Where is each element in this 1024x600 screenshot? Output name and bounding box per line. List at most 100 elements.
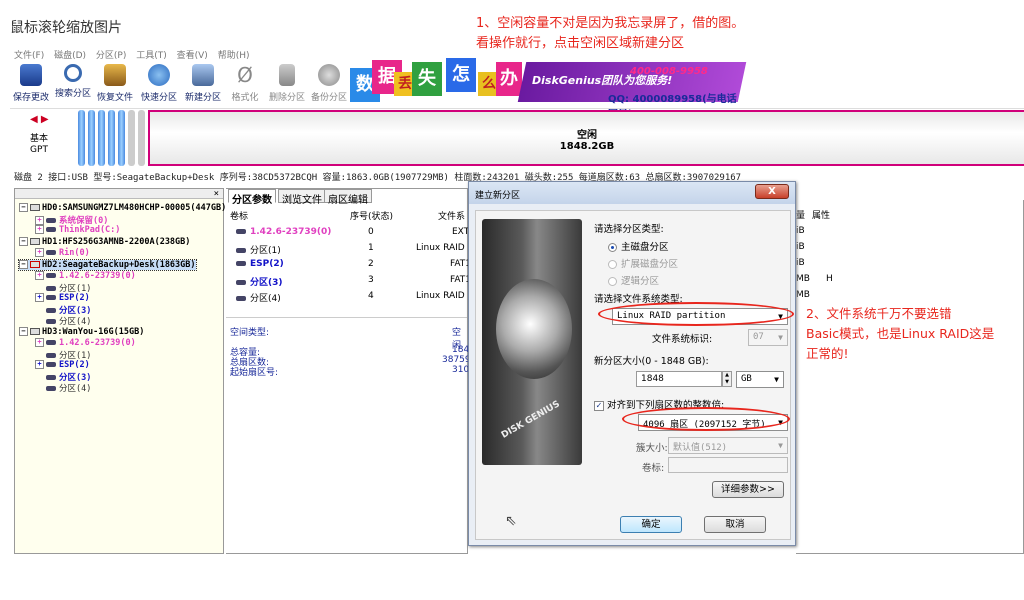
table-row[interactable]: 分区(4) (236, 291, 281, 304)
table-row[interactable]: 分区(1) (236, 243, 281, 256)
size-unit-select[interactable]: GB ▼ (736, 371, 784, 388)
partition-block[interactable] (128, 110, 135, 166)
tree-disk-hd2[interactable]: − HD2:SeagateBackup+Desk(1863GB) (18, 259, 197, 271)
details-button[interactable]: 详细参数>> (712, 481, 784, 498)
search-partition-button[interactable]: 搜索分区 (52, 60, 94, 99)
row-number: 4 (368, 291, 374, 301)
column-header-label[interactable]: 卷标 (230, 209, 248, 222)
partition-icon (46, 218, 56, 223)
size-spinner[interactable]: ▲ ▼ (722, 371, 732, 387)
disk-genius-logo: DISK GENIUS (499, 399, 562, 441)
size-input[interactable]: 1848 (636, 371, 722, 387)
row-fs: EXT (452, 227, 470, 237)
expand-icon[interactable]: + (35, 248, 44, 257)
table-row[interactable]: 1.42.6-23739(0) (236, 227, 331, 237)
expand-icon[interactable]: + (35, 271, 44, 280)
expand-icon[interactable]: + (35, 225, 44, 234)
disk-icon (30, 328, 40, 335)
size-unit-value: GB (741, 374, 752, 384)
tree-partition[interactable]: +1.42.6-23739(0) (35, 338, 136, 348)
dialog-close-button[interactable]: X (755, 184, 789, 199)
partition-icon (46, 362, 56, 367)
partition-block[interactable] (98, 110, 105, 166)
backup-partition-button[interactable]: 备份分区 (308, 60, 350, 103)
tree-partition[interactable]: +1.42.6-23739(0) (35, 271, 136, 281)
partition-icon (46, 340, 56, 345)
tree-disk-hd0[interactable]: − HD0:SAMSUNGMZ7LM480HCHP-00005(447GB) (19, 203, 226, 213)
free-space-block[interactable]: 空闲 1848.2GB (148, 110, 1024, 166)
tree-partition[interactable]: + ThinkPad(C:) (35, 225, 120, 235)
cluster-size-select[interactable]: 默认值(512) ▼ (668, 437, 788, 454)
partition-block[interactable] (88, 110, 95, 166)
partition-icon (46, 227, 56, 232)
new-partition-dialog: 建立新分区 X DISK GENIUS 请选择分区类型: 主磁盘分区 扩展磁盘分… (468, 181, 796, 546)
table-row[interactable]: 分区(3) (236, 275, 283, 288)
expand-icon[interactable]: + (35, 338, 44, 347)
collapse-icon[interactable]: − (19, 237, 28, 246)
radio-primary-partition[interactable]: 主磁盘分区 (608, 239, 669, 253)
tree-partition[interactable]: 分区(4) (46, 382, 91, 394)
mouse-cursor-icon: ⇖ (505, 513, 517, 529)
row-size-unit: MB (796, 290, 810, 300)
cancel-button[interactable]: 取消 (704, 516, 766, 533)
collapse-icon[interactable]: − (19, 260, 28, 269)
format-icon: Ø (237, 63, 253, 87)
banner-char-7: 办 (496, 62, 522, 96)
disk-nav-arrows[interactable]: ◀ ▶ (30, 114, 49, 125)
radio-label: 扩展磁盘分区 (621, 259, 679, 270)
tree-close-button[interactable]: × (15, 189, 223, 199)
volume-label-input[interactable] (668, 457, 788, 473)
table-row[interactable]: ESP(2) (236, 259, 284, 269)
partition-block[interactable] (108, 110, 115, 166)
collapse-icon[interactable]: − (19, 203, 28, 212)
save-changes-button[interactable]: 保存更改 (10, 60, 52, 103)
tree-partition[interactable]: + Rin(0) (35, 248, 90, 258)
column-header-fs[interactable]: 文件系 (438, 209, 465, 222)
platter-graphic (496, 279, 572, 379)
tab-partition-params[interactable]: 分区参数 (228, 189, 276, 206)
ok-button[interactable]: 确定 (620, 516, 682, 533)
partition-block[interactable] (118, 110, 125, 166)
delete-partition-button[interactable]: 删除分区 (266, 60, 308, 103)
page-title: 鼠标滚轮缩放图片 (10, 20, 122, 36)
cluster-size-label: 簇大小: (636, 443, 668, 454)
radio-extended-partition[interactable]: 扩展磁盘分区 (608, 256, 678, 270)
quick-partition-button[interactable]: 快速分区 (138, 60, 180, 103)
tree-partition[interactable]: + ESP(2) (35, 293, 90, 303)
row-number: 3 (368, 275, 374, 285)
column-header-number[interactable]: 序号(状态) (350, 209, 393, 222)
radio-logical-partition[interactable]: 逻辑分区 (608, 273, 659, 287)
new-partition-button[interactable]: 新建分区 (182, 60, 224, 103)
tree-node-label: ESP(2) (59, 293, 90, 303)
column-header-attr[interactable]: 属性 (812, 208, 830, 221)
partition-block[interactable] (138, 110, 145, 166)
partition-icon (46, 250, 56, 255)
recover-files-button[interactable]: 恢复文件 (94, 60, 136, 103)
tree-disk-hd3[interactable]: − HD3:WanYou-16G(15GB) (19, 327, 144, 337)
column-header-size[interactable]: 量 (796, 208, 805, 221)
expand-icon[interactable]: + (35, 293, 44, 302)
save-changes-label: 保存更改 (12, 93, 49, 103)
tree-disk-hd1[interactable]: − HD1:HFS256G3AMNB-2200A(238GB) (19, 237, 190, 247)
tree-partition[interactable]: 分区(4) (46, 315, 91, 327)
note1-line1: 1、空闲容量不对是因为我忘录屏了，借的图。 (476, 16, 745, 31)
disk-icon (30, 261, 40, 268)
expand-icon[interactable]: + (35, 216, 44, 225)
tree-partition[interactable]: + ESP(2) (35, 360, 90, 370)
fs-id-select[interactable]: 07 ▼ (748, 329, 788, 346)
ad-banner[interactable]: 数 据 丢 失 怎 么 办 DiskGenius团队为您服务! 400-008-… (350, 58, 747, 120)
expand-icon[interactable]: + (35, 360, 44, 369)
fs-id-value: 07 (753, 332, 764, 342)
save-icon (20, 64, 42, 86)
partition-icon (236, 248, 246, 253)
collapse-icon[interactable]: − (19, 327, 28, 336)
tab-browse-files[interactable]: 浏览文件 (278, 189, 326, 206)
partition-block[interactable] (78, 110, 85, 166)
total-sectors-value: 38759 (442, 355, 471, 365)
tab-sector-editor[interactable]: 扇区编辑 (324, 189, 372, 206)
tree-node-label: Rin(0) (59, 248, 90, 258)
format-button[interactable]: Ø 格式化 (224, 60, 266, 103)
partition-icon (46, 286, 56, 291)
dialog-title[interactable]: 建立新分区 (469, 182, 795, 204)
radio-label: 主磁盘分区 (621, 242, 669, 253)
